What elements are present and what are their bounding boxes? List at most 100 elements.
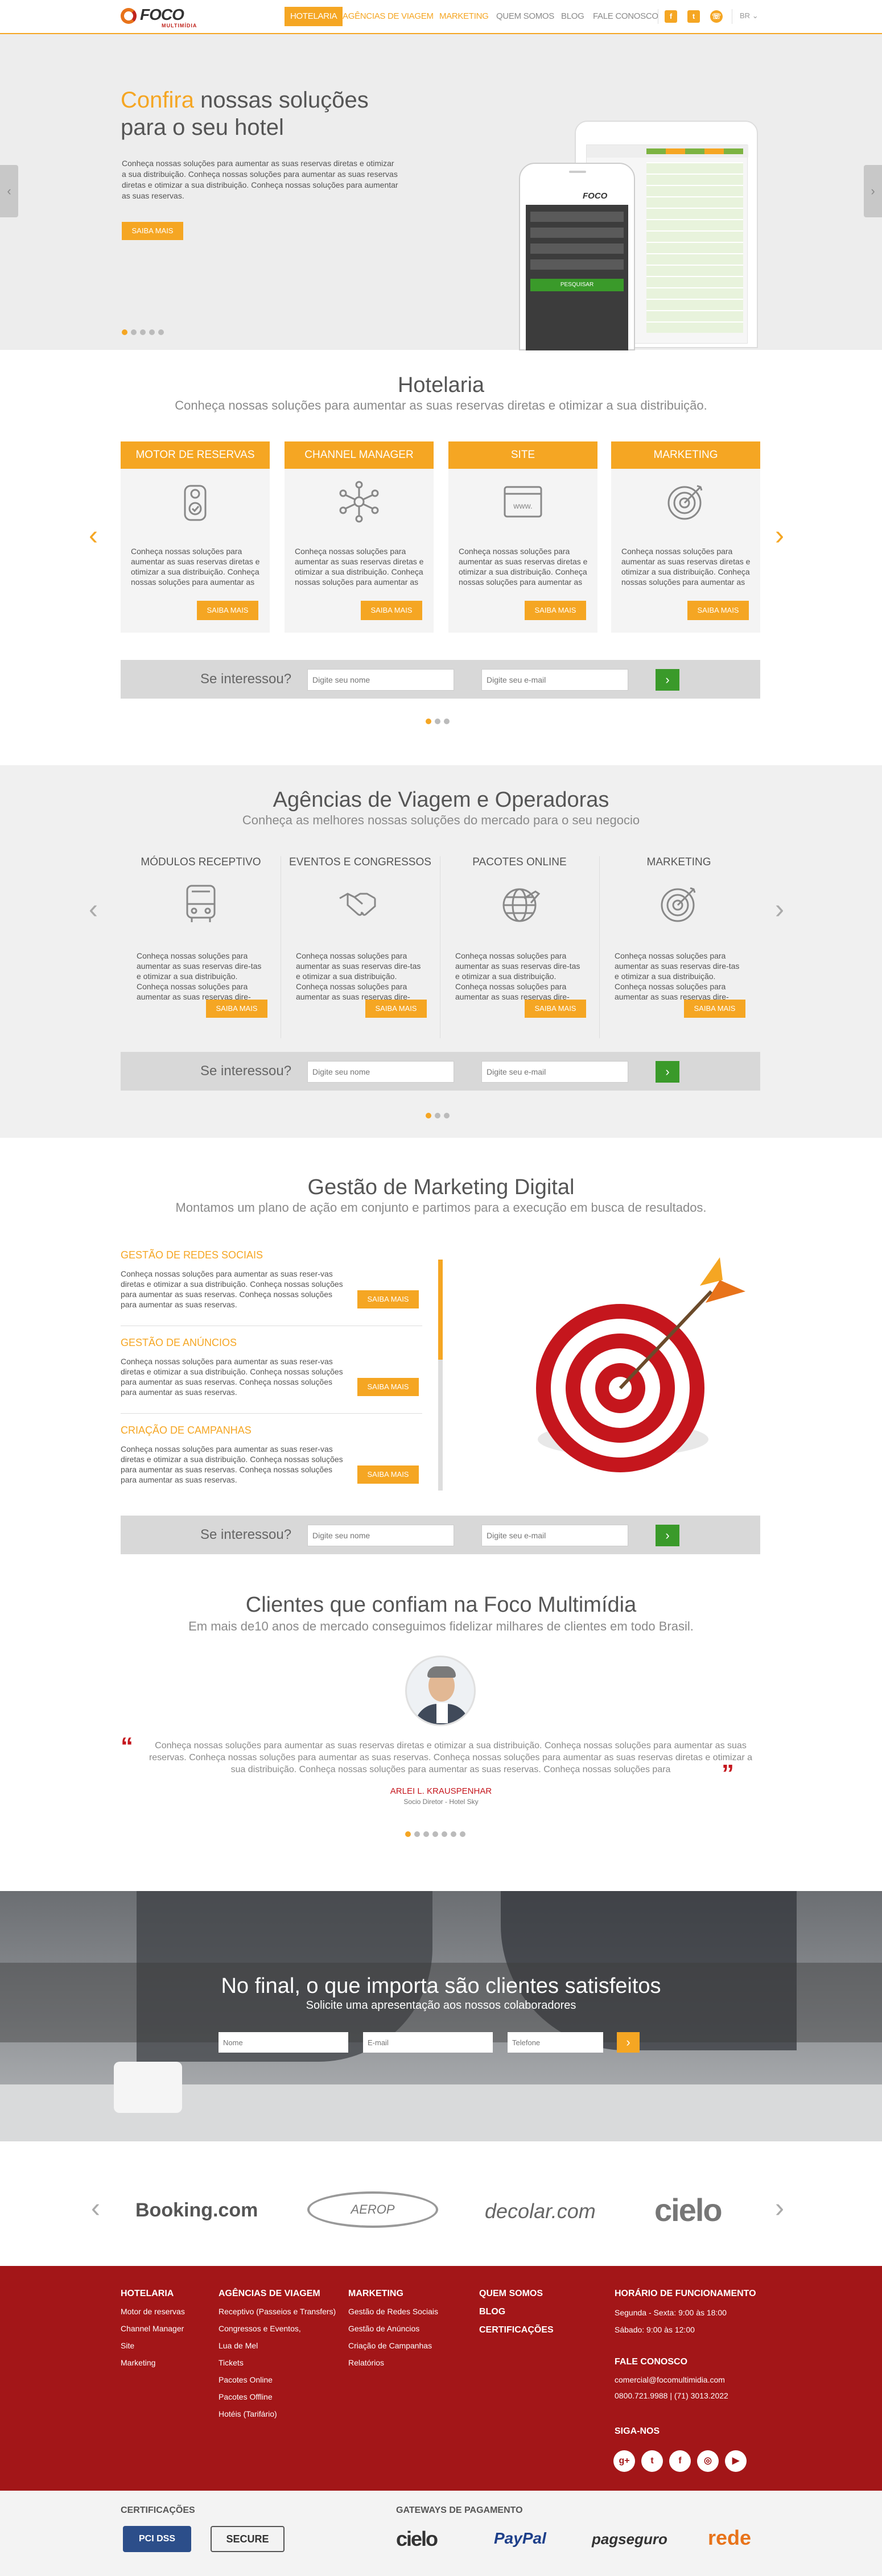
footer-link[interactable]: Motor de reservas	[121, 2307, 185, 2316]
footer-hotelaria-title[interactable]: HOTELARIA	[121, 2289, 174, 2299]
hero-pagination[interactable]	[122, 328, 167, 338]
mk-scrollbar-thumb[interactable]	[438, 1260, 443, 1360]
nav-quem-somos[interactable]: QUEM SOMOS	[491, 7, 560, 26]
twitter-icon[interactable]: t	[687, 10, 700, 23]
footer-link[interactable]: Tickets	[219, 2358, 244, 2367]
saiba-mais-button[interactable]: SAIBA MAIS	[525, 601, 586, 620]
saiba-mais-button[interactable]: SAIBA MAIS	[687, 601, 749, 620]
facebook-icon[interactable]: f	[665, 10, 677, 23]
nav-marketing[interactable]: MARKETING	[434, 7, 494, 26]
saiba-mais-button[interactable]: SAIBA MAIS	[684, 1000, 745, 1018]
submit-arrow-button[interactable]: ›	[656, 669, 679, 691]
footer-link[interactable]: Gestão de Redes Sociais	[348, 2307, 438, 2316]
partners-next-arrow[interactable]: ›	[775, 2195, 784, 2222]
cta-submit-button[interactable]: ›	[617, 2032, 640, 2053]
saiba-mais-button[interactable]: SAIBA MAIS	[365, 1000, 427, 1018]
pager-dot[interactable]	[405, 1831, 411, 1837]
google-plus-icon[interactable]: g+	[613, 2450, 635, 2472]
gateways-title: GATEWAYS DE PAGAMENTO	[396, 2505, 523, 2515]
submit-arrow-button[interactable]: ›	[656, 1525, 679, 1546]
hero-next-arrow[interactable]: ›	[864, 165, 882, 217]
pager-dot[interactable]	[435, 719, 440, 724]
hotelaria-next-arrow[interactable]: ›	[775, 522, 784, 550]
pager-dot[interactable]	[460, 1831, 465, 1837]
youtube-icon[interactable]: ▶	[725, 2450, 747, 2472]
footer-email-link[interactable]: comercial@focomultimidia.com	[615, 2375, 725, 2384]
agencias-next-arrow[interactable]: ›	[775, 896, 784, 923]
saiba-mais-button[interactable]: SAIBA MAIS	[525, 1000, 586, 1018]
saiba-mais-button[interactable]: SAIBA MAIS	[357, 1378, 419, 1396]
pager-dot[interactable]	[423, 1831, 429, 1837]
mk-scrollbar-track[interactable]	[438, 1260, 443, 1491]
footer-link[interactable]: Gestão de Anúncios	[348, 2324, 419, 2333]
hero-saiba-mais-button[interactable]: SAIBA MAIS	[122, 222, 183, 240]
hero-prev-arrow[interactable]: ‹	[0, 165, 18, 217]
nav-blog[interactable]: BLOG	[555, 7, 590, 26]
partners-prev-arrow[interactable]: ‹	[91, 2195, 100, 2222]
footer-quem-somos[interactable]: QUEM SOMOS	[479, 2289, 543, 2299]
saiba-mais-button[interactable]: SAIBA MAIS	[361, 601, 422, 620]
whatsapp-icon[interactable]: ☏	[710, 10, 723, 23]
pager-dot[interactable]	[158, 329, 164, 335]
footer-link[interactable]: Receptivo (Passeios e Transfers)	[219, 2307, 336, 2316]
testimonial-author: ARLEI L. KRAUSPENHAR	[390, 1786, 492, 1796]
submit-arrow-button[interactable]: ›	[656, 1061, 679, 1083]
facebook-icon[interactable]: f	[669, 2450, 691, 2472]
logo[interactable]: FOCO MULTIMÍDIA	[121, 6, 217, 28]
nav-hotelaria[interactable]: HOTELARIA	[285, 7, 343, 26]
email-input[interactable]	[481, 669, 628, 691]
pager-dot[interactable]	[435, 1113, 440, 1118]
cta-name-input[interactable]	[219, 2032, 348, 2053]
pager-dot[interactable]	[432, 1831, 438, 1837]
pager-dot[interactable]	[444, 1113, 450, 1118]
pager-dot[interactable]	[426, 719, 431, 724]
cta-email-input[interactable]	[363, 2032, 493, 2053]
footer-link[interactable]: Marketing	[121, 2358, 155, 2367]
footer-link[interactable]: Channel Manager	[121, 2324, 184, 2333]
lead-label: Se interessou?	[200, 1063, 292, 1079]
instagram-icon[interactable]: ◎	[697, 2450, 719, 2472]
footer-link[interactable]: Pacotes Offline	[219, 2392, 273, 2401]
twitter-icon[interactable]: t	[641, 2450, 663, 2472]
footer-link[interactable]: Congressos e Eventos,	[219, 2324, 301, 2333]
pager-dot[interactable]	[122, 329, 127, 335]
hotelaria-prev-arrow[interactable]: ‹	[89, 522, 98, 550]
cta-phone-input[interactable]	[508, 2032, 603, 2053]
name-input[interactable]	[307, 1525, 454, 1546]
pager-dot[interactable]	[444, 719, 450, 724]
footer-agencias-title[interactable]: AGÊNCIAS DE VIAGEM	[219, 2289, 320, 2299]
pager-dot[interactable]	[426, 1113, 431, 1118]
agencias-prev-arrow[interactable]: ‹	[89, 896, 98, 923]
name-input[interactable]	[307, 1061, 454, 1083]
name-input[interactable]	[307, 669, 454, 691]
email-input[interactable]	[481, 1061, 628, 1083]
footer-link[interactable]: Lua de Mel	[219, 2341, 258, 2350]
footer-link[interactable]: Site	[121, 2341, 134, 2350]
saiba-mais-button[interactable]: SAIBA MAIS	[197, 601, 258, 620]
nav-fale-conosco[interactable]: FALE CONOSCO	[587, 7, 664, 26]
language-select[interactable]: BR ⌄	[740, 11, 759, 20]
pager-dot[interactable]	[442, 1831, 447, 1837]
clientes-title: Clientes que confiam na Foco Multimídia	[245, 1593, 637, 1617]
pager-dot[interactable]	[149, 329, 155, 335]
footer-link[interactable]: Criação de Campanhas	[348, 2341, 432, 2350]
saiba-mais-button[interactable]: SAIBA MAIS	[206, 1000, 267, 1018]
pager-dot[interactable]	[451, 1831, 456, 1837]
saiba-mais-button[interactable]: SAIBA MAIS	[357, 1465, 419, 1484]
agencias-pagination[interactable]	[426, 1111, 453, 1121]
tablet-calendar-header	[646, 148, 743, 154]
email-input[interactable]	[481, 1525, 628, 1546]
footer-link[interactable]: Pacotes Online	[219, 2375, 273, 2384]
nav-agencias[interactable]: AGÊNCIAS DE VIAGEM	[337, 7, 439, 26]
pager-dot[interactable]	[140, 329, 146, 335]
footer-link[interactable]: Hotéis (Tarifário)	[219, 2409, 277, 2418]
footer-certificacoes[interactable]: CERTIFICAÇÕES	[479, 2325, 554, 2335]
saiba-mais-button[interactable]: SAIBA MAIS	[357, 1290, 419, 1308]
pager-dot[interactable]	[414, 1831, 420, 1837]
footer-marketing-title[interactable]: MARKETING	[348, 2289, 403, 2299]
testimonial-pagination[interactable]	[405, 1830, 469, 1840]
footer-link[interactable]: Relatórios	[348, 2358, 384, 2367]
footer-blog[interactable]: BLOG	[479, 2307, 505, 2317]
hotelaria-pagination[interactable]	[426, 717, 453, 727]
pager-dot[interactable]	[131, 329, 137, 335]
